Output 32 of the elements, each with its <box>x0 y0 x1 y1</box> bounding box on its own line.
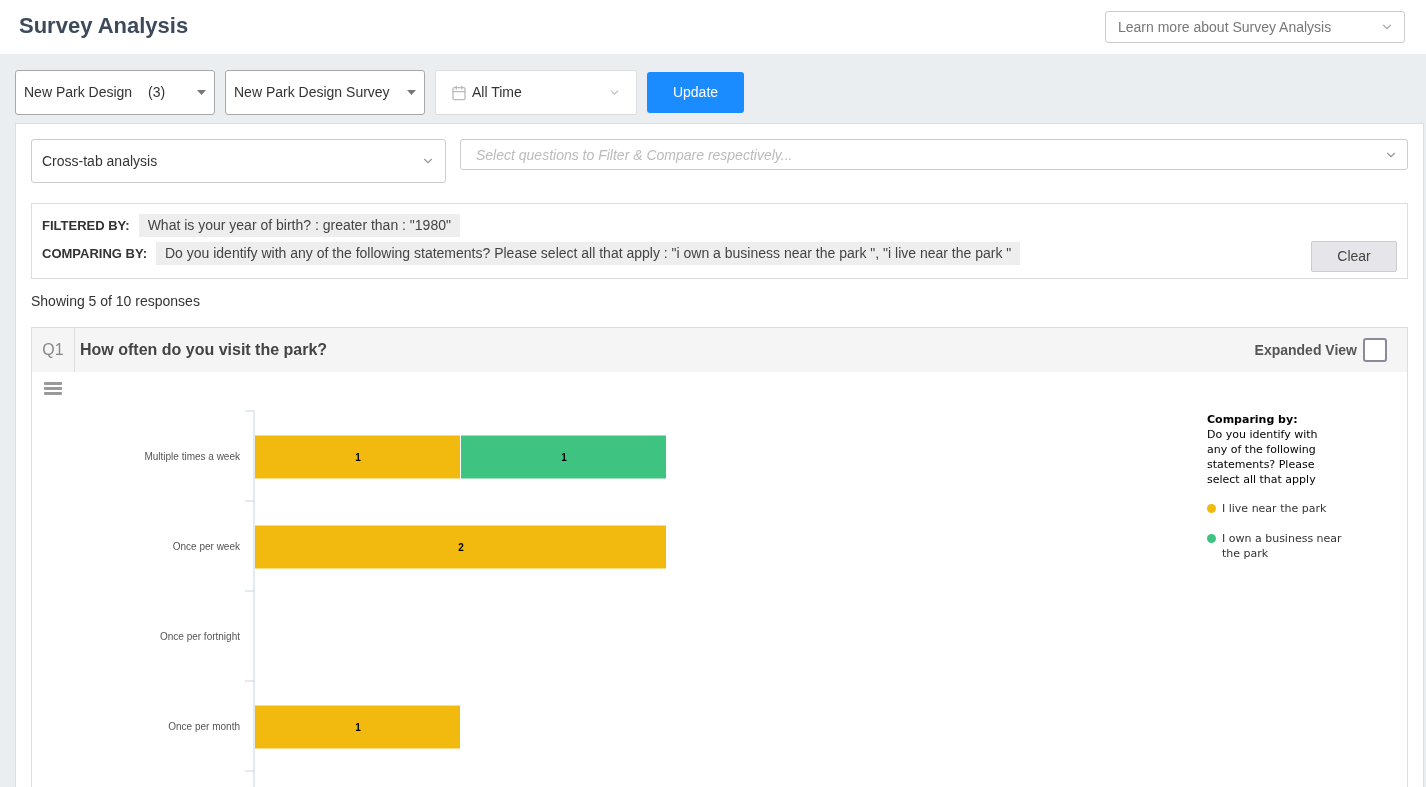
legend-item[interactable]: I live near the park <box>1222 501 1327 516</box>
question-number: Q1 <box>42 340 64 360</box>
response-count: Showing 5 of 10 responses <box>31 292 201 311</box>
category-label: Multiple times a week <box>144 451 240 462</box>
category-label: Once per week <box>172 541 240 552</box>
filter-label: COMPARING BY: <box>42 244 147 263</box>
data-label: 1 <box>561 452 567 463</box>
page-title: Survey Analysis <box>19 12 189 40</box>
caret-icon <box>197 90 206 95</box>
data-label: 1 <box>355 452 361 463</box>
data-label: 1 <box>355 722 361 733</box>
legend-item[interactable]: I own a business near the park <box>1222 531 1357 561</box>
calendar-icon <box>451 84 467 101</box>
date-range-select[interactable]: All Time <box>435 70 637 115</box>
data-label: 2 <box>458 542 464 553</box>
question-picker-field[interactable]: Select questions to Filter & Compare respectively... <box>460 139 1408 170</box>
analysis-mode-select[interactable]: Cross-tab analysis <box>31 139 446 183</box>
survey-select[interactable]: New Park Design Survey <box>225 70 425 115</box>
menu-icon[interactable] <box>44 382 62 395</box>
filter-chip: What is your year of birth? : greater than : "1980" <box>138 214 460 237</box>
caret-icon <box>407 90 416 95</box>
expanded-view-checkbox[interactable] <box>1363 338 1387 362</box>
project-select[interactable]: New Park Design (3) <box>15 70 215 115</box>
filter-chip: Do you identify with any of the following statements? Please select all that apply : "i own a business near the park ", "i live near the park " <box>155 242 1021 265</box>
expanded-view-label: Expanded View <box>1254 340 1357 360</box>
filter-label: FILTERED BY: <box>42 216 130 235</box>
clear-button[interactable]: Clear <box>1311 241 1397 272</box>
question-title: How often do you visit the park? <box>80 340 328 360</box>
category-label: Once per month <box>168 721 240 732</box>
category-label: Once per fortnight <box>159 631 240 642</box>
legend-title: Comparing by: Do you identify with any of the following statements? Please select all that apply <box>1207 412 1319 487</box>
help-dropdown[interactable]: Learn more about Survey Analysis <box>1105 11 1405 43</box>
